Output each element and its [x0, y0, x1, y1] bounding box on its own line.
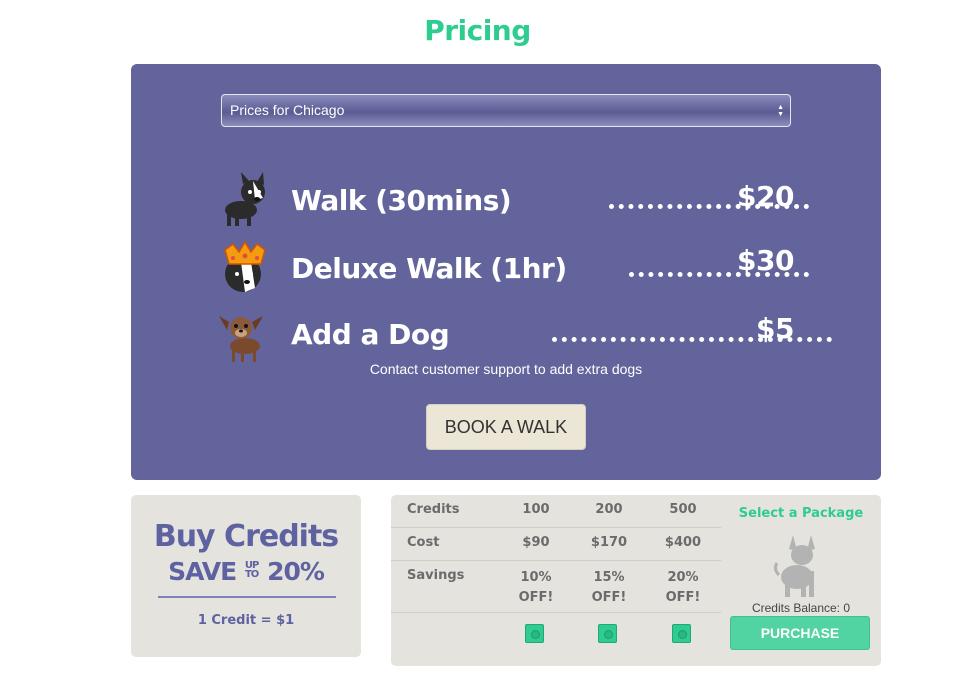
package-card: Credits 100 200 500 Cost $90 $170 $400 S…: [391, 495, 881, 666]
table-cell: 10% OFF!: [518, 570, 554, 605]
buy-credits-heading: Buy Credits: [153, 519, 339, 554]
dog-silhouette-icon: [773, 535, 815, 597]
price-row-deluxe-walk: Deluxe Walk (1hr) $30: [219, 240, 809, 300]
walk-label: Walk (30mins): [291, 184, 512, 217]
price-row-walk: Walk (30mins) $20: [219, 172, 809, 232]
buy-credits-card: Buy Credits SAVE UP TO 20% 1 Credit = $1: [131, 495, 361, 657]
support-note: Contact customer support to add extra do…: [369, 361, 643, 377]
package-radio-200[interactable]: [598, 624, 617, 643]
add-dog-label: Add a Dog: [291, 318, 450, 351]
table-cell: $90: [522, 535, 550, 550]
row-header-cost: Cost: [407, 535, 440, 550]
city-select-value: Prices for Chicago: [230, 102, 345, 118]
table-row: Credits 100 200 500: [391, 495, 721, 528]
row-header-credits: Credits: [407, 502, 460, 517]
save-percent: 20%: [267, 557, 325, 586]
table-row: Savings 10% OFF! 15% OFF! 20% OFF!: [391, 561, 721, 613]
boston-terrier-icon: [225, 172, 265, 226]
deluxe-walk-label: Deluxe Walk (1hr): [291, 252, 567, 285]
table-cell: 200: [595, 502, 623, 517]
save-word: SAVE: [168, 557, 237, 586]
up-to-text: UP TO: [244, 560, 259, 580]
page-title: Pricing: [424, 14, 531, 47]
row-header-savings: Savings: [407, 568, 465, 583]
table-row: Cost $90 $170 $400: [391, 528, 721, 561]
table-cell: 15% OFF!: [591, 570, 627, 605]
add-dog-price: $5: [756, 312, 794, 345]
walk-price: $20: [737, 180, 794, 213]
city-select[interactable]: Prices for Chicago ▲ ▼: [221, 94, 791, 127]
table-cell: 20% OFF!: [665, 570, 701, 605]
table-cell: $170: [590, 535, 628, 550]
credit-rate: 1 Credit = $1: [197, 613, 295, 628]
table-cell: $400: [664, 535, 702, 550]
deluxe-walk-price: $30: [737, 244, 794, 277]
book-walk-button[interactable]: BOOK A WALK: [426, 404, 586, 450]
package-radio-100[interactable]: [525, 624, 544, 643]
select-package-heading: Select a Package: [738, 506, 864, 521]
package-radio-500[interactable]: [672, 624, 691, 643]
save-up-to-line: SAVE UP TO 20%: [131, 557, 361, 586]
purchase-button[interactable]: PURCHASE: [730, 616, 870, 650]
pricing-panel: Prices for Chicago ▲ ▼ Walk (30mins) $20: [131, 64, 881, 480]
table-cell: 100: [522, 502, 550, 517]
table-cell: 500: [669, 502, 697, 517]
credits-balance: Credits Balance: 0: [751, 601, 851, 615]
crowned-dog-icon: [224, 240, 266, 292]
select-arrows-icon: ▲ ▼: [777, 104, 784, 118]
divider: [158, 596, 336, 598]
brown-dog-icon: [219, 316, 263, 362]
